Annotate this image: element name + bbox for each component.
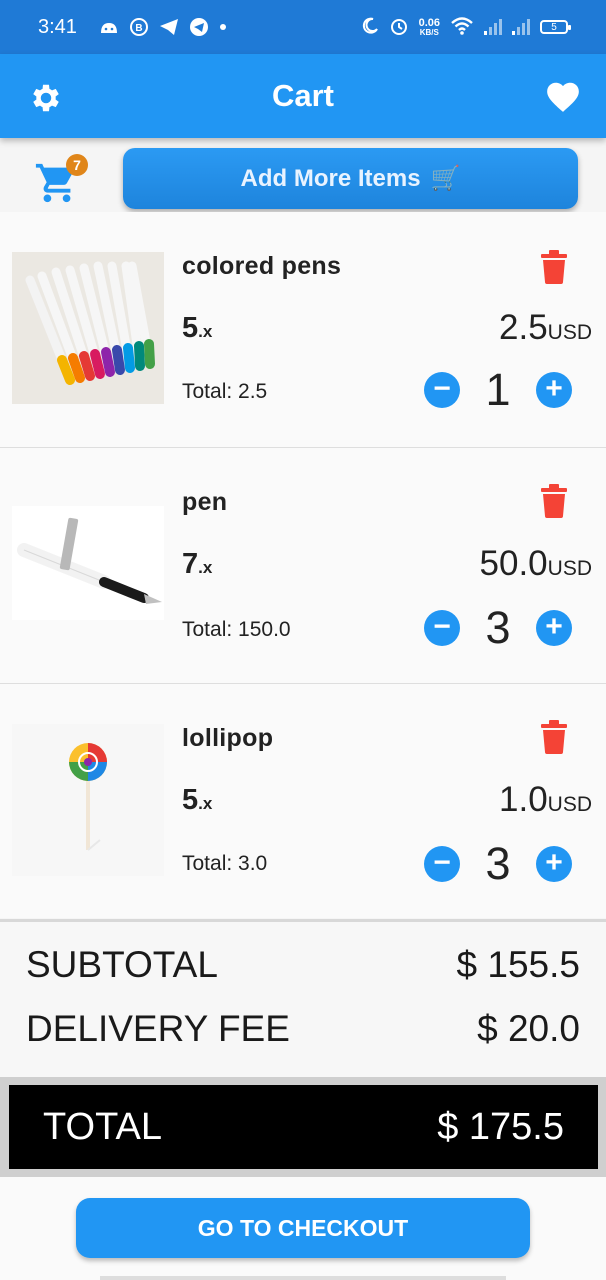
trash-icon[interactable]	[540, 484, 568, 518]
status-time: 3:41	[38, 15, 77, 38]
cart-item: pen 7.x 50.0USD Total: 150.0 − 3 +	[0, 448, 606, 684]
item-name: lollipop	[182, 724, 274, 752]
svg-text:B: B	[135, 23, 142, 34]
b-circle-icon: B	[129, 17, 149, 37]
item-qty-suffix: .x	[198, 322, 213, 341]
item-price: 50.0USD	[480, 544, 592, 584]
decrease-button[interactable]: −	[424, 610, 460, 646]
nav-handle	[100, 1276, 506, 1280]
total-row: TOTAL $ 175.5	[9, 1085, 598, 1169]
item-qty-suffix: .x	[198, 558, 213, 577]
delivery-fee-label: DELIVERY FEE	[26, 1008, 290, 1049]
checkout-button[interactable]: GO TO CHECKOUT	[76, 1198, 530, 1258]
total-bar: TOTAL $ 175.5	[0, 1077, 606, 1177]
delivery-fee-row: DELIVERY FEE $ 20.0	[26, 1008, 580, 1050]
subtotal-label: SUBTOTAL	[26, 944, 218, 985]
alarm-icon	[389, 16, 409, 39]
add-more-items-button[interactable]: Add More Items 🛒	[123, 148, 578, 209]
quantity-stepper: − 3 +	[424, 838, 572, 889]
item-price-value: 50.0	[479, 544, 548, 583]
item-qty-number: 5	[182, 312, 199, 344]
battery-icon: 5	[540, 20, 571, 34]
trash-icon[interactable]	[540, 250, 568, 284]
telegram-icon	[159, 18, 179, 36]
quantity-value: 3	[485, 838, 511, 889]
item-price-currency: USD	[547, 321, 592, 344]
quantity-value: 1	[485, 364, 511, 415]
net-speed-unit: KB/S	[419, 27, 439, 37]
android-icon	[99, 19, 119, 35]
item-price-currency: USD	[547, 793, 592, 816]
item-qty-number: 7	[182, 548, 199, 580]
cart-item: lollipop 5.x 1.0USD Total: 3.0 − 3 +	[0, 684, 606, 918]
item-price-value: 2.5	[499, 308, 548, 347]
increase-button[interactable]: +	[536, 846, 572, 882]
app-bar: Cart	[0, 54, 606, 138]
signal-bars-1-icon	[484, 19, 502, 35]
quantity-value: 3	[485, 602, 511, 653]
item-name: pen	[182, 488, 228, 516]
telegram-circle-icon	[189, 17, 209, 37]
trash-icon[interactable]	[540, 720, 568, 754]
item-name: colored pens	[182, 252, 342, 280]
increase-button[interactable]: +	[536, 372, 572, 408]
total-label: TOTAL	[43, 1105, 162, 1148]
net-speed: 0.06 KB/S	[418, 16, 440, 37]
heart-icon[interactable]	[544, 78, 582, 116]
pen-image	[12, 506, 164, 620]
item-price-currency: USD	[547, 557, 592, 580]
gear-icon[interactable]	[28, 80, 64, 116]
decrease-button[interactable]: −	[424, 846, 460, 882]
cart-item: colored pens 5.x 2.5USD Total: 2.5 − 1 +	[0, 212, 606, 448]
page-title: Cart	[271, 78, 334, 113]
dot-icon	[219, 23, 227, 31]
order-summary: SUBTOTAL $ 155.5 DELIVERY FEE $ 20.0	[0, 919, 606, 1077]
item-total: Total: 3.0	[182, 852, 268, 875]
item-price-value: 1.0	[499, 780, 548, 819]
cart-button[interactable]: 7	[34, 154, 88, 204]
item-price: 1.0USD	[499, 780, 592, 820]
checkout-area: GO TO CHECKOUT	[0, 1177, 606, 1280]
item-qty-suffix: .x	[198, 794, 213, 813]
status-bar: 3:41 B 0.06 KB/S 5	[0, 0, 606, 54]
lollipop-image	[12, 724, 164, 876]
decrease-button[interactable]: −	[424, 372, 460, 408]
item-qty-number: 5	[182, 784, 199, 816]
item-qty: 5.x	[182, 784, 212, 817]
colored-pens-image	[12, 252, 164, 404]
cart-count-badge: 7	[66, 154, 88, 176]
item-qty: 7.x	[182, 548, 212, 581]
subtotal-row: SUBTOTAL $ 155.5	[26, 944, 580, 986]
wifi-icon	[450, 16, 474, 39]
quantity-stepper: − 1 +	[424, 364, 572, 415]
increase-button[interactable]: +	[536, 610, 572, 646]
moon-icon	[361, 17, 379, 38]
net-speed-value: 0.06	[418, 16, 440, 29]
item-total: Total: 2.5	[182, 380, 268, 403]
item-price: 2.5USD	[499, 308, 592, 348]
subtotal-value: $ 155.5	[456, 944, 580, 985]
signal-bars-2-icon	[512, 19, 530, 35]
delivery-fee-value: $ 20.0	[477, 1008, 580, 1049]
item-total: Total: 150.0	[182, 618, 291, 641]
item-qty: 5.x	[182, 312, 212, 345]
shopping-cart-emoji-icon: 🛒	[430, 165, 461, 192]
total-value: $ 175.5	[437, 1105, 564, 1148]
add-more-items-label: Add More Items	[240, 164, 421, 192]
quantity-stepper: − 3 +	[424, 602, 572, 653]
